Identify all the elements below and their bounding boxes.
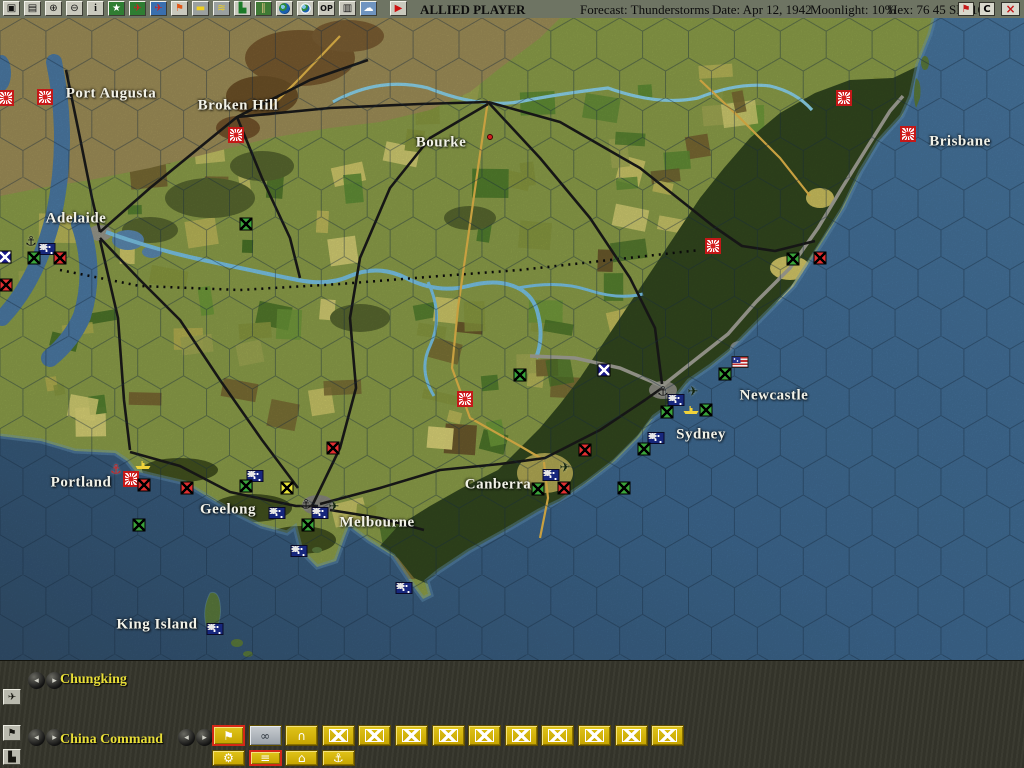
ruler-icon[interactable]: ▥ bbox=[339, 1, 356, 16]
game-window: ▣ ▤ ⊕ ⊖ i ★ ✈ ✈ ⚑ ▬ ≋ ▙ ∥ OP ▥ ☁ ▶ ALLIED PLAYER Forecas… bbox=[0, 0, 1024, 768]
aircraft-green-icon[interactable]: ✈ bbox=[129, 1, 146, 16]
industry-mode-button[interactable]: ⌂ bbox=[285, 750, 319, 766]
world-zoom-icon bbox=[300, 3, 311, 14]
flag-icon[interactable]: ⚑ bbox=[171, 1, 188, 16]
weather-icon[interactable]: ☁ bbox=[360, 1, 377, 16]
terrain-art bbox=[0, 18, 1024, 660]
flag-filter-icon[interactable]: ⚑ bbox=[3, 725, 21, 741]
flag-button[interactable]: ⚑ bbox=[958, 2, 974, 16]
dock-icon[interactable]: ∥ bbox=[255, 1, 272, 16]
unit-counter-icon bbox=[328, 729, 348, 742]
unit-button[interactable] bbox=[468, 725, 502, 746]
save-icon[interactable]: ▣ bbox=[3, 1, 20, 16]
unit-counter-icon bbox=[658, 729, 678, 742]
prev-command-button[interactable]: ◂ bbox=[28, 729, 45, 746]
repair-mode-button[interactable]: ⚙ bbox=[212, 750, 245, 766]
prev-unit-page-button[interactable]: ◂ bbox=[178, 729, 195, 746]
industry-chart-icon[interactable]: ▙ bbox=[234, 1, 251, 16]
unit-button[interactable] bbox=[578, 725, 611, 746]
command-name[interactable]: China Command bbox=[60, 732, 163, 748]
zoom-out-icon[interactable]: ⊖ bbox=[66, 1, 83, 16]
base-name[interactable]: Chungking bbox=[60, 672, 127, 688]
combat-report-button[interactable]: C bbox=[979, 2, 995, 16]
operations-icon[interactable]: OP bbox=[318, 1, 335, 16]
forecast-label: Forecast: Thunderstorms bbox=[580, 2, 710, 17]
bridge-mode-button[interactable]: ∞ bbox=[248, 725, 282, 746]
date-label: Date: Apr 12, 1942 bbox=[712, 2, 812, 17]
world-zoom-icon[interactable] bbox=[297, 1, 314, 16]
unit-button[interactable] bbox=[321, 725, 355, 746]
aircraft-blue-icon[interactable]: ✈ bbox=[150, 1, 167, 16]
toolbar-icons: ▣ ▤ ⊕ ⊖ i ★ ✈ ✈ ⚑ ▬ ≋ ▙ ∥ OP ▥ ☁ ▶ bbox=[3, 1, 407, 17]
report-icon[interactable]: ▤ bbox=[24, 1, 41, 16]
unit-button[interactable] bbox=[651, 725, 685, 746]
harbor-mode-button[interactable]: ⚓ bbox=[321, 750, 355, 766]
star-icon[interactable]: ★ bbox=[108, 1, 125, 16]
flag-mode-button[interactable]: ⚑ bbox=[212, 725, 245, 746]
player-phase-label: ALLIED PLAYER bbox=[420, 2, 526, 17]
unit-counter-icon bbox=[365, 729, 385, 742]
next-unit-page-button[interactable]: ▸ bbox=[196, 729, 213, 746]
unit-button[interactable] bbox=[431, 725, 465, 746]
aircraft-filter-icon[interactable]: ✈ bbox=[3, 689, 21, 705]
world-map-icon[interactable] bbox=[276, 1, 293, 16]
unit-button[interactable] bbox=[541, 725, 575, 746]
world-map-icon bbox=[279, 3, 290, 14]
unit-counter-icon bbox=[621, 729, 641, 742]
unit-counter-icon bbox=[475, 729, 495, 742]
info-icon[interactable]: i bbox=[87, 1, 104, 16]
unit-button[interactable] bbox=[395, 725, 428, 746]
unit-counter-icon bbox=[585, 729, 604, 742]
zoom-in-icon[interactable]: ⊕ bbox=[45, 1, 62, 16]
ship-filter-icon[interactable]: ▙ bbox=[3, 749, 21, 765]
moonlight-label: Moonlight: 10% bbox=[810, 2, 896, 17]
factory-mode-button[interactable]: ≡ bbox=[248, 750, 282, 766]
arch-mode-button[interactable]: ∩ bbox=[285, 725, 319, 746]
submarine-icon[interactable]: ▬ bbox=[192, 1, 209, 16]
unit-button[interactable] bbox=[614, 725, 648, 746]
unit-counter-icon bbox=[438, 729, 458, 742]
run-turn-icon[interactable]: ▶ bbox=[390, 1, 407, 16]
unit-counter-icon bbox=[548, 729, 568, 742]
unit-button[interactable] bbox=[504, 725, 538, 746]
unit-counter-icon bbox=[402, 729, 421, 742]
info-panel: ◂ ▸ Chungking Port:0 (0)Airfield:4 (7)Su… bbox=[0, 660, 1024, 768]
unit-counter-icon bbox=[511, 729, 531, 742]
unit-button[interactable] bbox=[358, 725, 392, 746]
map-viewport[interactable]: Port Augusta Broken Hill Bourke Adelaide Bri… bbox=[0, 18, 1024, 660]
top-toolbar: ▣ ▤ ⊕ ⊖ i ★ ✈ ✈ ⚑ ▬ ≋ ▙ ∥ OP ▥ ☁ ▶ ALLIED PLAYER Forecas… bbox=[0, 0, 1024, 19]
prev-base-button[interactable]: ◂ bbox=[28, 672, 45, 689]
task-force-icon[interactable]: ≋ bbox=[213, 1, 230, 16]
close-button[interactable]: × bbox=[1001, 2, 1020, 16]
